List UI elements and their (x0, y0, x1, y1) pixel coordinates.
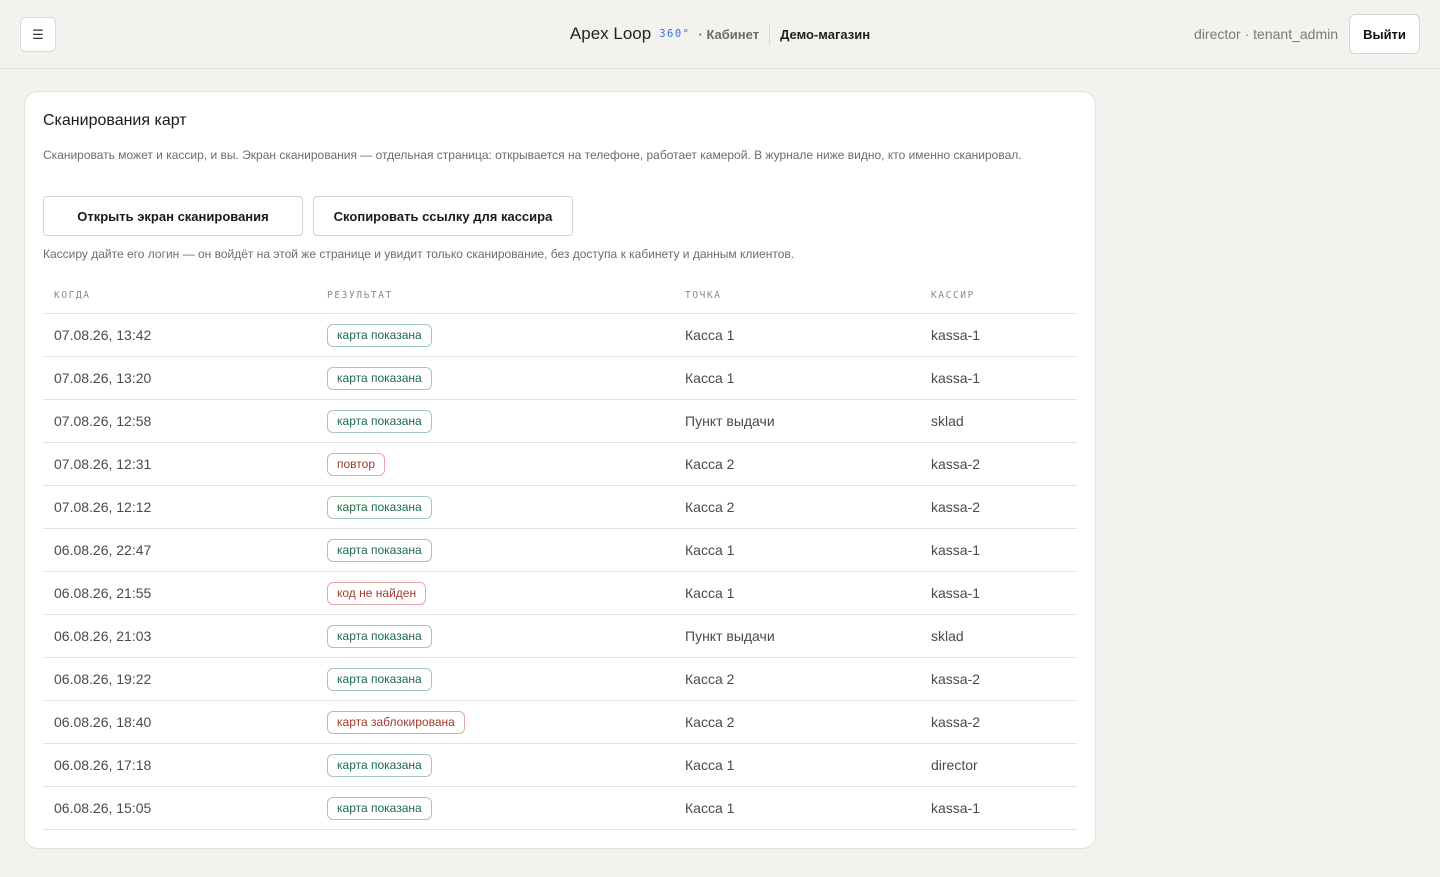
table-row: 06.08.26, 17:18 карта показана Касса 1 dire… (43, 744, 1077, 787)
table-row: 06.08.26, 21:55 код не найден Касса 1 kassa… (43, 572, 1077, 615)
brand-name: Apex Loop (569, 24, 652, 43)
status-badge: карта показана (327, 324, 432, 347)
status-badge: карта показана (327, 410, 432, 433)
cell-point: Пункт выдачи (685, 413, 775, 429)
status-badge: повтор (327, 453, 385, 476)
cell-point: Касса 2 (685, 714, 735, 730)
table-row: 07.08.26, 12:58 карта показана Пункт выдач… (43, 400, 1077, 443)
cell-when: 06.08.26, 17:18 (54, 757, 152, 773)
cell-when: 06.08.26, 19:22 (54, 671, 152, 687)
cell-result: карта показана (327, 324, 432, 347)
cell-result: карта заблокирована (327, 711, 465, 734)
cell-cashier: kassa-1 (931, 327, 981, 343)
scans-card: Сканирования карт Сканировать может и ка… (24, 91, 1096, 849)
table-row: 07.08.26, 12:31 повтор Касса 2 kassa-2 (43, 443, 1077, 486)
cell-point: Касса 2 (685, 456, 735, 472)
column-when: КОГДА (54, 290, 91, 301)
table-row: 06.08.26, 22:47 карта показана Касса 1 kass… (43, 529, 1077, 572)
cell-result: карта показана (327, 754, 432, 777)
cell-result: карта показана (327, 625, 432, 648)
cell-point: Касса 1 (685, 585, 735, 601)
top-bar: ☰ Apex Loop 360° · Кабинет Демо-магазин … (0, 0, 1440, 69)
status-badge: карта показана (327, 367, 432, 390)
brand-badge: 360° (659, 28, 691, 40)
column-point: ТОЧКА (685, 290, 722, 301)
cell-cashier: director (931, 757, 978, 773)
table-row: 06.08.26, 21:03 карта показана Пункт выдач… (43, 615, 1077, 658)
column-result: РЕЗУЛЬТАТ (327, 290, 393, 301)
status-badge: карта показана (327, 496, 432, 519)
cell-result: карта показана (327, 496, 432, 519)
page-title: Сканирования карт (43, 112, 187, 129)
copy-cashier-link-button[interactable]: Скопировать ссылку для кассира (313, 196, 573, 236)
cell-when: 07.08.26, 13:42 (54, 327, 152, 343)
cell-result: карта показана (327, 410, 432, 433)
brand-divider (769, 23, 771, 45)
status-badge: карта показана (327, 539, 432, 562)
cell-when: 07.08.26, 13:20 (54, 370, 152, 386)
cell-point: Касса 1 (685, 542, 735, 558)
table-row: 06.08.26, 15:05 карта показана Касса 1 kass… (43, 787, 1077, 830)
cell-cashier: kassa-1 (931, 542, 981, 558)
card-description: Сканировать может и кассир, и вы. Экран … (43, 148, 1022, 162)
open-scan-screen-button[interactable]: Открыть экран сканирования (43, 196, 303, 236)
column-cashier: КАССИР (931, 290, 975, 301)
cell-point: Касса 2 (685, 499, 735, 515)
cell-result: карта показана (327, 539, 432, 562)
status-badge: карта показана (327, 625, 432, 648)
cell-cashier: kassa-1 (931, 585, 981, 601)
cell-cashier: kassa-2 (931, 714, 981, 730)
table-body: 07.08.26, 13:42 карта показана Касса 1 kass… (43, 314, 1077, 830)
cell-point: Касса 2 (685, 671, 735, 687)
cell-point: Касса 1 (685, 370, 735, 386)
cell-cashier: sklad (931, 413, 964, 429)
status-badge: карта показана (327, 754, 432, 777)
status-badge: карта показана (327, 797, 432, 820)
cell-cashier: kassa-1 (931, 370, 981, 386)
cell-point: Пункт выдачи (685, 628, 775, 644)
table-row: 07.08.26, 13:20 карта показана Касса 1 kass… (43, 357, 1077, 400)
status-badge: карта показана (327, 668, 432, 691)
cell-cashier: kassa-2 (931, 456, 981, 472)
cell-point: Касса 1 (685, 800, 735, 816)
cell-result: карта показана (327, 367, 432, 390)
cell-when: 06.08.26, 21:55 (54, 585, 152, 601)
status-badge: карта заблокирована (327, 711, 465, 734)
table-row: 07.08.26, 12:12 карта показана Касса 2 kass… (43, 486, 1077, 529)
cell-when: 06.08.26, 21:03 (54, 628, 152, 644)
status-badge: код не найден (327, 582, 427, 605)
brand-section: · Кабинет (698, 26, 760, 42)
user-info: director · tenant_admin (1194, 26, 1338, 42)
cell-when: 07.08.26, 12:58 (54, 413, 152, 429)
cell-result: код не найден (327, 582, 427, 605)
table-row: 06.08.26, 19:22 карта показана Касса 2 kass… (43, 658, 1077, 701)
table-row: 06.08.26, 18:40 карта заблокирована Касса … (43, 701, 1077, 744)
cell-when: 07.08.26, 12:31 (54, 456, 152, 472)
cell-point: Касса 1 (685, 327, 735, 343)
cell-when: 06.08.26, 15:05 (54, 800, 152, 816)
cell-result: повтор (327, 453, 385, 476)
cell-cashier: kassa-2 (931, 671, 981, 687)
cell-result: карта показана (327, 668, 432, 691)
scans-table: КОГДА РЕЗУЛЬТАТ ТОЧКА КАССИР 07.08.26, 1… (43, 276, 1077, 830)
cell-when: 06.08.26, 22:47 (54, 542, 152, 558)
cell-cashier: kassa-2 (931, 499, 981, 515)
cell-cashier: sklad (931, 628, 964, 644)
cell-point: Касса 1 (685, 757, 735, 773)
cell-when: 07.08.26, 12:12 (54, 499, 152, 515)
logout-button[interactable]: Выйти (1349, 14, 1420, 54)
cell-when: 06.08.26, 18:40 (54, 714, 152, 730)
cell-result: карта показана (327, 797, 432, 820)
cell-cashier: kassa-1 (931, 800, 981, 816)
table-row: 07.08.26, 13:42 карта показана Касса 1 kass… (43, 314, 1077, 357)
table-header: КОГДА РЕЗУЛЬТАТ ТОЧКА КАССИР (43, 276, 1077, 314)
shop-name: Демо-магазин (780, 26, 871, 42)
cashier-hint: Кассиру дайте его логин — он войдёт на э… (43, 247, 795, 261)
